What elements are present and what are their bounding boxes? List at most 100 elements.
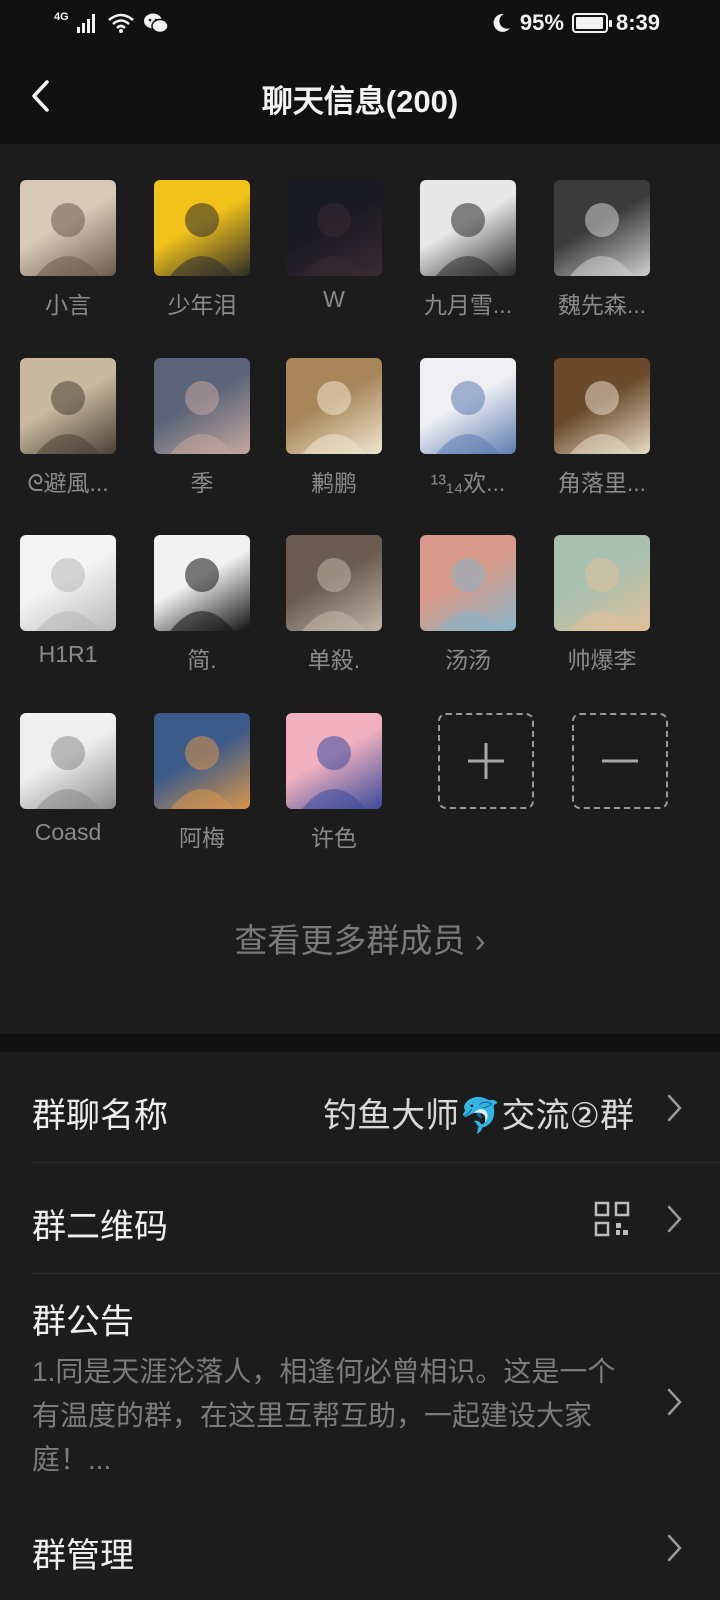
avatar xyxy=(154,358,250,454)
remove-member-box xyxy=(572,713,668,809)
member-name: ¹³₁₄欢... xyxy=(430,470,506,496)
member-item[interactable]: 简. xyxy=(134,535,270,705)
wifi-icon xyxy=(107,13,134,33)
battery-percent: 95% xyxy=(519,10,564,35)
member-item[interactable]: 九月雪... xyxy=(400,180,536,350)
chevron-right-icon xyxy=(667,1388,682,1416)
qr-code-label: 群二维码 xyxy=(32,1208,168,1246)
avatar-image xyxy=(302,381,366,454)
avatar-image xyxy=(302,203,366,276)
member-item[interactable]: 小言 xyxy=(0,180,136,350)
member-name: H1R1 xyxy=(38,641,98,667)
avatar-image xyxy=(36,558,100,631)
group-name-label: 群聊名称 xyxy=(32,1097,168,1135)
avatar xyxy=(420,535,516,631)
avatar-image xyxy=(170,203,234,276)
group-manage-row[interactable]: 群管理 xyxy=(0,1504,720,1600)
avatar-image xyxy=(436,558,500,631)
member-item[interactable]: 单殺. xyxy=(266,535,402,705)
avatar xyxy=(20,535,116,631)
minus-icon xyxy=(602,759,638,763)
qr-code-row[interactable]: 群二维码 xyxy=(0,1163,720,1273)
group-notice-row[interactable]: 群公告 1.同是天涯沦落人，相逢何必曾相识。这是一个有温度的群，在这里互帮互助，… xyxy=(0,1274,720,1504)
group-notice-text: 1.同是天涯沦落人，相逢何必曾相识。这是一个有温度的群，在这里互帮互助，一起建设… xyxy=(32,1356,616,1475)
avatar xyxy=(554,358,650,454)
battery-fill xyxy=(575,17,603,29)
status-left: 4G xyxy=(54,11,169,34)
moon-icon xyxy=(493,13,510,32)
member-name: 单殺. xyxy=(307,647,361,673)
member-item[interactable]: 汤汤 xyxy=(400,535,536,705)
member-item[interactable]: 帅爆李 xyxy=(534,535,670,705)
member-item[interactable]: 许色 xyxy=(266,713,402,883)
member-name: 阿梅 xyxy=(179,825,225,851)
member-name: 少年泪 xyxy=(167,292,237,318)
avatar-image xyxy=(436,381,500,454)
avatar xyxy=(420,180,516,276)
avatar xyxy=(154,535,250,631)
member-item[interactable]: 角落里... xyxy=(534,358,670,528)
member-item[interactable]: 魏先森... xyxy=(534,180,670,350)
see-more-members-link[interactable]: 查看更多群成员 › xyxy=(0,914,720,962)
avatar-image xyxy=(170,558,234,631)
avatar-image xyxy=(570,203,634,276)
network-type: 4G xyxy=(54,11,69,23)
member-item[interactable]: ¹³₁₄欢... xyxy=(400,358,536,528)
avatar-image xyxy=(36,736,100,809)
remove-member-button[interactable] xyxy=(552,713,688,883)
member-name: Coasd xyxy=(34,819,102,845)
header: 聊天信息(200) xyxy=(0,48,720,144)
status-right: 95% 8:39 xyxy=(490,10,660,36)
member-item[interactable]: 鹣鹏 xyxy=(266,358,402,528)
avatar xyxy=(554,535,650,631)
chevron-right-icon xyxy=(667,1534,682,1562)
member-name: W xyxy=(323,286,345,312)
chevron-right-icon xyxy=(667,1094,682,1122)
member-name: 小言 xyxy=(45,292,91,318)
avatar xyxy=(154,180,250,276)
member-name: ᘓ避風... xyxy=(27,470,109,496)
avatar-image xyxy=(36,203,100,276)
member-name: 魏先森... xyxy=(557,292,647,318)
avatar xyxy=(420,358,516,454)
member-name: 汤汤 xyxy=(445,647,491,673)
signal-icon xyxy=(76,14,95,33)
avatar xyxy=(286,535,382,631)
member-name: 简. xyxy=(187,647,217,673)
member-name: 九月雪... xyxy=(423,292,513,318)
plus-icon xyxy=(468,743,504,779)
group-manage-label: 群管理 xyxy=(32,1537,134,1575)
battery-icon xyxy=(571,13,612,33)
members-panel: 小言 少年泪 W 九月雪... 魏先森... ᘓ避風... 季 鹣鹏 ¹³₁₄欢... 角落里..… xyxy=(0,144,720,1034)
avatar xyxy=(20,713,116,809)
member-name: 帅爆李 xyxy=(567,647,637,673)
member-name: 季 xyxy=(190,470,214,496)
member-name: 角落里... xyxy=(557,470,647,496)
avatar-image xyxy=(302,558,366,631)
group-name-value: 钓鱼大师🐬交流②群 xyxy=(323,1097,634,1135)
group-name-row[interactable]: 群聊名称 钓鱼大师🐬交流②群 xyxy=(0,1052,720,1162)
avatar xyxy=(286,713,382,809)
add-member-box xyxy=(438,713,534,809)
member-name: 许色 xyxy=(311,825,357,851)
avatar-image xyxy=(302,736,366,809)
avatar xyxy=(286,180,382,276)
add-member-button[interactable] xyxy=(418,713,554,883)
avatar xyxy=(554,180,650,276)
wechat-icon xyxy=(143,13,169,34)
member-item[interactable]: 季 xyxy=(134,358,270,528)
avatar-image xyxy=(570,381,634,454)
member-item[interactable]: 少年泪 xyxy=(134,180,270,350)
member-name: 鹣鹏 xyxy=(311,470,357,496)
chevron-right-icon xyxy=(667,1205,682,1233)
avatar xyxy=(154,713,250,809)
member-item[interactable]: H1R1 xyxy=(0,535,136,705)
avatar-image xyxy=(570,558,634,631)
member-item[interactable]: W xyxy=(266,180,402,350)
member-item[interactable]: ᘓ避風... xyxy=(0,358,136,528)
avatar-image xyxy=(436,203,500,276)
avatar xyxy=(286,358,382,454)
member-item[interactable]: 阿梅 xyxy=(134,713,270,883)
member-item[interactable]: Coasd xyxy=(0,713,136,883)
qr-code-icon xyxy=(594,1201,630,1237)
